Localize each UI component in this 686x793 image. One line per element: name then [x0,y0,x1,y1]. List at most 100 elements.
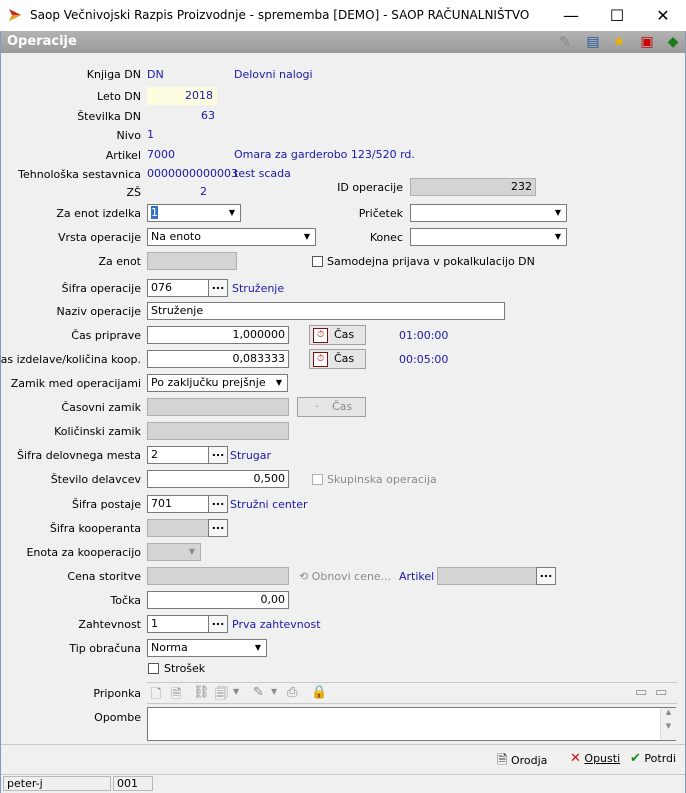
print-icon: ⎙ [287,685,298,700]
cas-izdelave-label: Čas izdelave/količina koop. [0,353,141,366]
sifra-operacije-lookup-button[interactable]: ... [208,279,228,297]
zs-value: 2 [200,185,207,198]
zahtevnost-label: Zahtevnost [78,618,141,631]
za-enot-izdelka-select[interactable]: 1 ▼ [147,204,241,222]
cas-izdelave-input[interactable]: 0,083333 [147,350,289,368]
chevron-down-icon[interactable]: ▼ [550,205,566,221]
attach-left-icon: ▭ [635,685,648,700]
star-icon[interactable]: ★ [611,34,627,50]
sifra-operacije-label: Šifra operacije [61,282,141,295]
tocka-label: Točka [110,594,141,607]
cena-artikel-lookup-button[interactable]: ... [536,567,556,585]
sifra-operacije-input[interactable]: 076 [147,279,209,297]
strosek-checkbox[interactable] [148,663,159,674]
casovni-zamik-label: Časovni zamik [61,401,141,414]
opombe-label: Opombe [94,711,141,724]
knjiga-dn-label: Knjiga DN [86,68,141,81]
zamik-med-operacijami-select[interactable]: Po zaključku prejšnje ▼ [147,374,288,392]
cas-izdelave-button[interactable]: ⏱ Čas [309,349,366,369]
cena-storitve-label: Cena storitve [67,570,141,583]
list-icon[interactable]: ▤ [585,34,601,50]
tools-icon: 🗎 [497,753,508,768]
zahtevnost-lookup-button[interactable]: ... [208,615,228,633]
opombe-scrollbar[interactable]: ▲ ▼ [660,708,676,740]
zahtevnost-input[interactable]: 1 [147,615,209,633]
samodejna-prijava-label: Samodejna prijava v pokalkulacijo DN [327,255,535,268]
skupinska-operacija-label: Skupinska operacija [327,473,437,486]
pricetek-select[interactable]: ▼ [410,204,567,222]
pricetek-label: Pričetek [358,207,403,220]
chevron-down-icon[interactable]: ▼ [299,229,315,245]
sifra-postaje-input[interactable]: 701 [147,495,209,513]
zamik-med-operacijami-label: Zamik med operacijami [10,377,141,390]
tip-obracuna-select[interactable]: Norma ▼ [147,639,267,657]
za-enot-label: Za enot [98,255,141,268]
status-user: peter-j [3,776,111,791]
chevron-down-icon: ▼ [233,687,240,696]
kolicinski-zamik-label: Količinski zamik [54,425,141,438]
zs-label: ZŠ [126,186,141,199]
edit-note-icon[interactable]: ✎ [557,34,573,50]
chevron-down-icon[interactable]: ▼ [250,640,266,656]
sifra-postaje-lookup-button[interactable]: ... [208,495,228,513]
zahtevnost-name: Prva zahtevnost [232,618,321,631]
sifra-delovnega-mesta-label: Šifra delovnega mesta [17,449,141,462]
sifra-kooperanta-input [147,519,209,537]
cas-priprave-input[interactable]: 1,000000 [147,326,289,344]
sifra-operacije-name: Struženje [232,282,285,295]
divider [1,744,685,745]
new-document-icon: 🗋 [151,687,162,702]
cas-izdelave-time: 00:05:00 [399,353,449,366]
stevilo-delavcev-label: Število delavcev [50,473,141,486]
orodja-button[interactable]: 🗎 Orodja [497,751,547,773]
naziv-operacije-label: Naziv operacije [56,305,141,318]
stopwatch-icon: ⏱ [313,352,328,367]
checkmark-icon: ✔ [630,751,641,766]
konec-select[interactable]: ▼ [410,228,567,246]
cena-artikel-input [437,567,537,585]
za-enot-izdelka-value: 1 [151,206,158,219]
close-button[interactable]: ✕ [640,0,686,31]
minimize-button[interactable]: — [548,0,594,31]
casovni-zamik-button-label: Čas [332,400,353,413]
naziv-operacije-input[interactable]: Struženje [147,302,505,320]
priponka-label: Priponka [93,687,141,700]
stopwatch-icon: ⏱ [313,328,328,343]
scroll-up-icon[interactable]: ▲ [661,708,676,716]
orodja-button-label: Orodja [510,754,548,767]
tocka-input[interactable]: 0,00 [147,591,289,609]
stevilo-delavcev-input[interactable]: 0,500 [147,470,289,488]
leto-dn-input[interactable]: 2018 [147,87,217,105]
cas-izdelave-button-label: Čas [334,352,355,365]
priponka-toolbar: 🗋 🗎 ⛓ 🗐 ▼ ✎ ▼ ⎙ 🔒 ▭ ▭ [147,682,677,704]
skupinska-operacija-checkbox [312,474,323,485]
delete-doc-icon[interactable]: ▣ [639,34,655,50]
samodejna-prijava-checkbox[interactable] [312,256,323,267]
knjiga-dn-name: Delovni nalogi [234,68,313,81]
tehnoloska-sestavnica-code: 0000000000003 [147,167,238,180]
cancel-x-icon: ✕ [570,751,581,766]
chevron-down-icon: ▼ [271,687,278,696]
artikel-label: Artikel [105,149,141,162]
konec-label: Konec [369,231,403,244]
cas-priprave-button[interactable]: ⏱ Čas [309,325,366,345]
sifra-postaje-label: Šifra postaje [72,498,141,511]
tip-obracuna-label: Tip obračuna [69,642,141,655]
knjiga-dn-code: DN [147,68,164,81]
sifra-kooperanta-lookup-button[interactable]: ... [208,519,228,537]
maximize-button[interactable]: ☐ [594,0,640,31]
opusti-button[interactable]: ✕ Opusti [570,751,620,766]
book-exit-icon[interactable]: ◆ [665,34,681,50]
scroll-down-icon[interactable]: ▼ [661,722,676,730]
vrsta-operacije-select[interactable]: Na enoto ▼ [147,228,316,246]
chevron-down-icon[interactable]: ▼ [550,229,566,245]
potrdi-button[interactable]: ✔ Potrdi [630,751,676,766]
chevron-down-icon[interactable]: ▼ [271,375,287,391]
opombe-textarea[interactable] [147,707,676,741]
sifra-delovnega-mesta-lookup-button[interactable]: ... [208,446,228,464]
chevron-down-icon[interactable]: ▼ [224,205,240,221]
link-icon: ⛓ [193,685,210,700]
edit-icon: ✎ [253,685,264,700]
chevron-down-icon: ▼ [188,547,196,556]
sifra-delovnega-mesta-input[interactable]: 2 [147,446,209,464]
